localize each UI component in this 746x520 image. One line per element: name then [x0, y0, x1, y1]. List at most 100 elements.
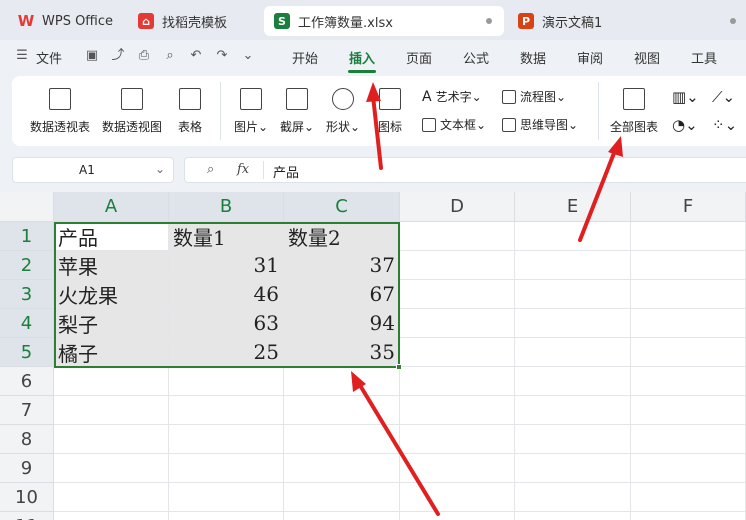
cell-a10[interactable]	[54, 483, 169, 512]
cell-f1[interactable]	[631, 222, 746, 251]
row-header-8[interactable]: 8	[0, 425, 54, 454]
screenshot-button[interactable]: 截屏⌄	[280, 76, 314, 135]
cell-d2[interactable]	[400, 251, 515, 280]
scatter-chart-icon[interactable]: ⁘⌄	[712, 116, 737, 134]
cell-b4[interactable]: 63	[169, 309, 284, 338]
redo-icon[interactable]: ↷	[214, 48, 230, 64]
cell-b5[interactable]: 25	[169, 338, 284, 367]
cell-a4[interactable]: 梨子	[54, 309, 169, 338]
menu-data[interactable]: 数据	[520, 48, 546, 67]
tab-docer-templates[interactable]: ⌂ 找稻壳模板	[128, 6, 260, 36]
cell-f8[interactable]	[631, 425, 746, 454]
cell-c7[interactable]	[284, 396, 400, 425]
menu-tools[interactable]: 工具	[691, 48, 717, 67]
wordart-button[interactable]: A 艺术字 ⌄	[422, 88, 482, 105]
line-chart-icon[interactable]: ⟋⌄	[712, 88, 735, 106]
table-button[interactable]: 表格	[178, 76, 202, 135]
cell-b3[interactable]: 46	[169, 280, 284, 309]
cell-f10[interactable]	[631, 483, 746, 512]
row-header-4[interactable]: 4	[0, 309, 54, 338]
pie-chart-icon[interactable]: ◔⌄	[672, 116, 698, 134]
cell-c1[interactable]: 数量2	[284, 222, 400, 251]
menu-insert[interactable]: 插入	[349, 48, 375, 67]
cell-e11[interactable]	[515, 512, 631, 520]
column-header-d[interactable]: D	[400, 192, 515, 222]
cell-e10[interactable]	[515, 483, 631, 512]
chevron-down-icon[interactable]: ⌄	[155, 162, 165, 176]
fx-icon[interactable]: fx	[237, 162, 249, 177]
cell-f2[interactable]	[631, 251, 746, 280]
row-header-5[interactable]: 5	[0, 338, 54, 367]
textbox-button[interactable]: 文本框 ⌄	[422, 116, 486, 133]
cell-d10[interactable]	[400, 483, 515, 512]
cell-f11[interactable]	[631, 512, 746, 520]
cell-c3[interactable]: 67	[284, 280, 400, 309]
menu-page[interactable]: 页面	[406, 48, 432, 67]
undo-icon[interactable]: ↶	[188, 48, 204, 64]
cell-e4[interactable]	[515, 309, 631, 338]
cell-a9[interactable]	[54, 454, 169, 483]
cell-e6[interactable]	[515, 367, 631, 396]
formula-bar[interactable]: ⌕ fx 产品	[184, 157, 746, 183]
cell-a8[interactable]	[54, 425, 169, 454]
row-header-10[interactable]: 10	[0, 483, 54, 512]
chevron-down-icon[interactable]: ⌄	[240, 48, 256, 64]
menu-formula[interactable]: 公式	[463, 48, 489, 67]
row-header-1[interactable]: 1	[0, 222, 54, 251]
cell-b7[interactable]	[169, 396, 284, 425]
cell-d1[interactable]	[400, 222, 515, 251]
row-header-3[interactable]: 3	[0, 280, 54, 309]
tab-workbook[interactable]: S 工作簿数量.xlsx	[264, 6, 504, 36]
cell-e5[interactable]	[515, 338, 631, 367]
cell-c8[interactable]	[284, 425, 400, 454]
cell-b1[interactable]: 数量1	[169, 222, 284, 251]
hamburger-menu-icon[interactable]: ☰	[14, 48, 30, 64]
zoom-icon[interactable]: ⌕	[207, 162, 214, 177]
row-header-2[interactable]: 2	[0, 251, 54, 280]
shape-button[interactable]: 形状⌄	[326, 76, 360, 135]
cell-a11[interactable]	[54, 512, 169, 520]
menu-view[interactable]: 视图	[634, 48, 660, 67]
cell-b6[interactable]	[169, 367, 284, 396]
cell-f5[interactable]	[631, 338, 746, 367]
share-icon[interactable]: ⤴	[110, 48, 126, 64]
column-chart-icon[interactable]: ▥⌄	[672, 88, 699, 106]
row-header-6[interactable]: 6	[0, 367, 54, 396]
cell-d7[interactable]	[400, 396, 515, 425]
column-header-e[interactable]: E	[515, 192, 631, 222]
save-icon[interactable]: ▣	[84, 48, 100, 64]
fill-handle[interactable]	[396, 364, 402, 370]
menu-file[interactable]: 文件	[36, 48, 62, 67]
cell-f4[interactable]	[631, 309, 746, 338]
pivot-table-button[interactable]: 数据透视表	[30, 76, 90, 135]
cell-c6[interactable]	[284, 367, 400, 396]
flowchart-button[interactable]: 流程图 ⌄	[502, 88, 566, 105]
cell-e2[interactable]	[515, 251, 631, 280]
icon-button[interactable]: 图标	[378, 76, 402, 135]
cell-d5[interactable]	[400, 338, 515, 367]
cell-d4[interactable]	[400, 309, 515, 338]
cell-c4[interactable]: 94	[284, 309, 400, 338]
cell-c5[interactable]: 35	[284, 338, 400, 367]
cell-d11[interactable]	[400, 512, 515, 520]
pivot-chart-button[interactable]: 数据透视图	[102, 76, 162, 135]
cell-d3[interactable]	[400, 280, 515, 309]
cell-c9[interactable]	[284, 454, 400, 483]
cell-c11[interactable]	[284, 512, 400, 520]
cell-c10[interactable]	[284, 483, 400, 512]
row-header-11[interactable]: 11	[0, 512, 54, 520]
cell-c2[interactable]: 37	[284, 251, 400, 280]
cell-f7[interactable]	[631, 396, 746, 425]
cell-a6[interactable]	[54, 367, 169, 396]
cell-a1[interactable]: 产品	[54, 222, 169, 251]
row-header-7[interactable]: 7	[0, 396, 54, 425]
menu-home[interactable]: 开始	[292, 48, 318, 67]
cell-e1[interactable]	[515, 222, 631, 251]
column-header-c[interactable]: C	[284, 192, 400, 222]
tab-wps-office[interactable]: W WPS Office	[8, 6, 124, 36]
cell-a5[interactable]: 橘子	[54, 338, 169, 367]
cell-d6[interactable]	[400, 367, 515, 396]
menu-review[interactable]: 审阅	[577, 48, 603, 67]
cell-b10[interactable]	[169, 483, 284, 512]
cell-a7[interactable]	[54, 396, 169, 425]
